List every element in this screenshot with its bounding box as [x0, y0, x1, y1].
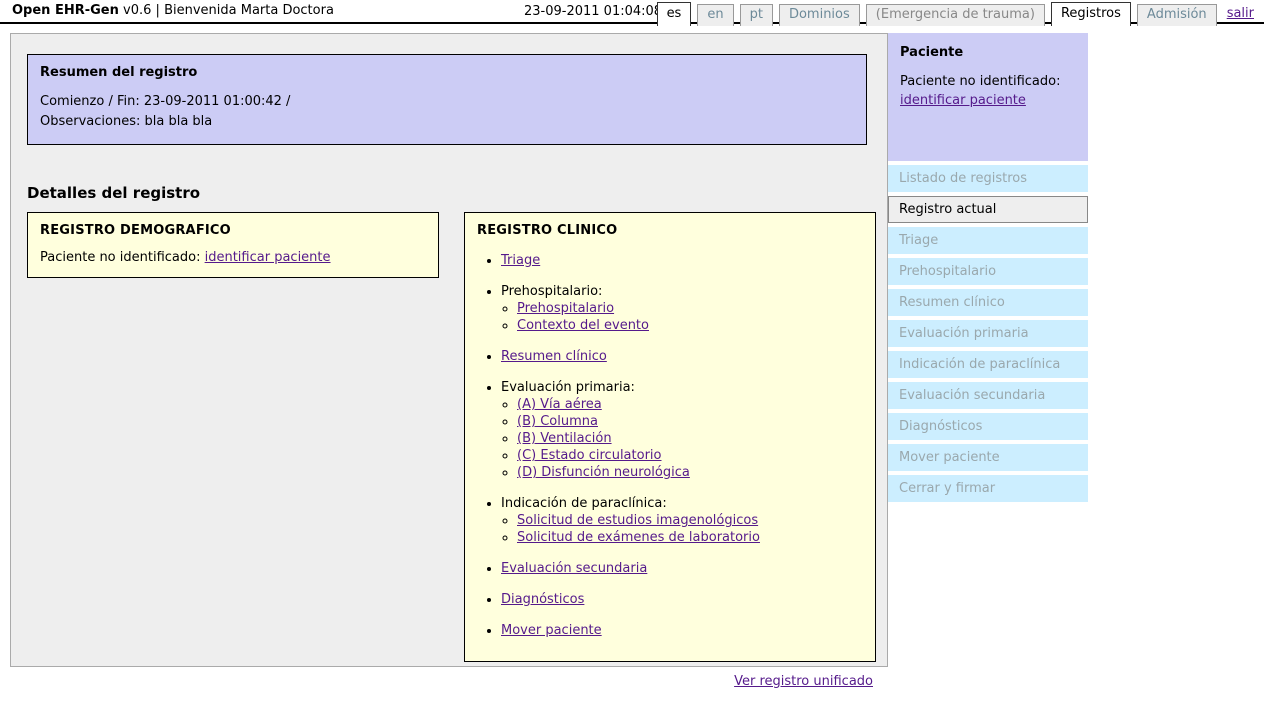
list-item: (A) Vía aérea [517, 396, 863, 413]
tab-registros[interactable]: Registros [1050, 2, 1131, 26]
logout-link[interactable]: salir [1227, 4, 1254, 26]
details-heading: Detalles del registro [27, 184, 201, 202]
list-item: Resumen clínico [501, 348, 863, 365]
sidebar-item-listado-de-registros[interactable]: Listado de registros [888, 165, 1088, 192]
clinic-link-evaluacion-secundaria[interactable]: Evaluación secundaria [501, 561, 647, 576]
app-name: Open EHR-Gen [12, 3, 119, 18]
app-brand: Open EHR-Gen v0.6 | Bienvenida Marta Doc… [12, 3, 334, 18]
right-sidebar: Paciente Paciente no identificado: ident… [888, 33, 1088, 502]
patient-status-text: Paciente no identificado: [900, 74, 1061, 89]
sidebar-item-cerrar-y-firmar[interactable]: Cerrar y firmar [888, 475, 1088, 502]
demographic-identify-patient-link[interactable]: identificar paciente [205, 250, 331, 265]
list-item: Solicitud de exámenes de laboratorio [517, 529, 863, 546]
record-summary-dates: Comienzo / Fin: 23-09-2011 01:00:42 / [40, 94, 291, 109]
clinical-record-box: REGISTRO CLINICO Triage Prehospitalario:… [464, 212, 876, 662]
demographic-patient-status: Paciente no identificado: identificar pa… [40, 250, 426, 265]
list-item: Indicación de paraclínica: Solicitud de … [501, 495, 863, 546]
clinic-link-triage[interactable]: Triage [501, 253, 540, 268]
application-page: Open EHR-Gen v0.6 | Bienvenida Marta Doc… [0, 0, 1264, 707]
sidebar-identify-patient-link[interactable]: identificar paciente [900, 93, 1026, 108]
brand-separator: | [155, 3, 160, 18]
unified-record-link-wrap: Ver registro unificado [734, 674, 873, 689]
clinic-link-estado-circulatorio[interactable]: (C) Estado circulatorio [517, 448, 662, 463]
record-summary-title: Resumen del registro [40, 65, 198, 80]
clinic-link-solicitud-estudios-imagenologicos[interactable]: Solicitud de estudios imagenológicos [517, 513, 758, 528]
clinic-group-evaluacion-primaria-children: (A) Vía aérea (B) Columna (B) Ventilació… [501, 396, 863, 481]
clinic-link-contexto-del-evento[interactable]: Contexto del evento [517, 318, 649, 333]
header-tab-strip: es en pt Dominios (Emergencia de trauma)… [656, 0, 1264, 26]
list-item: (B) Ventilación [517, 430, 863, 447]
clinic-group-evaluacion-primaria-label: Evaluación primaria: [501, 380, 635, 395]
clinic-group-prehospitalario-label: Prehospitalario: [501, 284, 603, 299]
demographic-status-text: Paciente no identificado: [40, 250, 201, 265]
clinic-group-indicacion-paraclinica-label: Indicación de paraclínica: [501, 496, 667, 511]
sidebar-item-evaluacion-secundaria[interactable]: Evaluación secundaria [888, 382, 1088, 409]
clinic-link-solicitud-examenes-laboratorio[interactable]: Solicitud de exámenes de laboratorio [517, 530, 760, 545]
list-item: Mover paciente [501, 622, 863, 639]
sidebar-item-indicacion-de-paraclinica[interactable]: Indicación de paraclínica [888, 351, 1088, 378]
list-item: (D) Disfunción neurológica [517, 464, 863, 481]
sidebar-item-diagnosticos[interactable]: Diagnósticos [888, 413, 1088, 440]
main-content-panel: Resumen del registro Comienzo / Fin: 23-… [10, 33, 888, 689]
tab-admision[interactable]: Admisión [1136, 4, 1217, 26]
patient-panel: Paciente Paciente no identificado: ident… [888, 33, 1088, 161]
sidebar-item-resumen-clinico[interactable]: Resumen clínico [888, 289, 1088, 316]
clinical-record-list: Triage Prehospitalario: Prehospitalario … [477, 252, 863, 639]
record-summary-box: Resumen del registro Comienzo / Fin: 23-… [27, 54, 867, 145]
view-unified-record-link[interactable]: Ver registro unificado [734, 674, 873, 689]
clinic-link-ventilacion[interactable]: (B) Ventilación [517, 431, 612, 446]
clinic-link-disfuncion-neurologica[interactable]: (D) Disfunción neurológica [517, 465, 690, 480]
record-summary-observations: Observaciones: bla bla bla [40, 114, 213, 129]
list-item: Prehospitalario: Prehospitalario Context… [501, 283, 863, 334]
clinic-link-columna[interactable]: (B) Columna [517, 414, 598, 429]
list-item: Evaluación secundaria [501, 560, 863, 577]
patient-panel-title: Paciente [900, 45, 964, 60]
sidebar-item-prehospitalario[interactable]: Prehospitalario [888, 258, 1088, 285]
welcome-message: Bienvenida Marta Doctora [164, 3, 334, 18]
clinic-group-indicacion-paraclinica-children: Solicitud de estudios imagenológicos Sol… [501, 512, 863, 546]
current-datetime: 23-09-2011 01:04:08 [524, 4, 663, 19]
clinic-link-prehospitalario[interactable]: Prehospitalario [517, 301, 614, 316]
tab-lang-es[interactable]: es [656, 2, 692, 26]
clinic-link-diagnosticos[interactable]: Diagnósticos [501, 592, 584, 607]
clinical-record-title: REGISTRO CLINICO [477, 223, 618, 238]
demographic-record-box: REGISTRO DEMOGRAFICO Paciente no identif… [27, 212, 439, 278]
list-item: Evaluación primaria: (A) Vía aérea (B) C… [501, 379, 863, 481]
list-item: (C) Estado circulatorio [517, 447, 863, 464]
clinic-link-mover-paciente[interactable]: Mover paciente [501, 623, 602, 638]
sidebar-item-registro-actual[interactable]: Registro actual [888, 196, 1088, 223]
list-item: Contexto del evento [517, 317, 863, 334]
list-item: Triage [501, 252, 863, 269]
app-version: v0.6 [123, 3, 152, 18]
tab-lang-en[interactable]: en [697, 4, 734, 26]
sidebar-item-triage[interactable]: Triage [888, 227, 1088, 254]
tab-domain-current: (Emergencia de trauma) [865, 4, 1045, 26]
sidebar-item-evaluacion-primaria[interactable]: Evaluación primaria [888, 320, 1088, 347]
list-item: Prehospitalario [517, 300, 863, 317]
list-item: Solicitud de estudios imagenológicos [517, 512, 863, 529]
tab-lang-pt[interactable]: pt [739, 4, 773, 26]
demographic-record-title: REGISTRO DEMOGRAFICO [40, 223, 231, 238]
clinic-link-resumen-clinico[interactable]: Resumen clínico [501, 349, 607, 364]
tab-dominios[interactable]: Dominios [778, 4, 860, 26]
list-item: (B) Columna [517, 413, 863, 430]
clinic-link-via-aerea[interactable]: (A) Vía aérea [517, 397, 602, 412]
sidebar-item-mover-paciente[interactable]: Mover paciente [888, 444, 1088, 471]
clinic-group-prehospitalario-children: Prehospitalario Contexto del evento [501, 300, 863, 334]
top-header-bar: Open EHR-Gen v0.6 | Bienvenida Marta Doc… [0, 0, 1264, 26]
list-item: Diagnósticos [501, 591, 863, 608]
patient-panel-status: Paciente no identificado: identificar pa… [900, 72, 1076, 110]
